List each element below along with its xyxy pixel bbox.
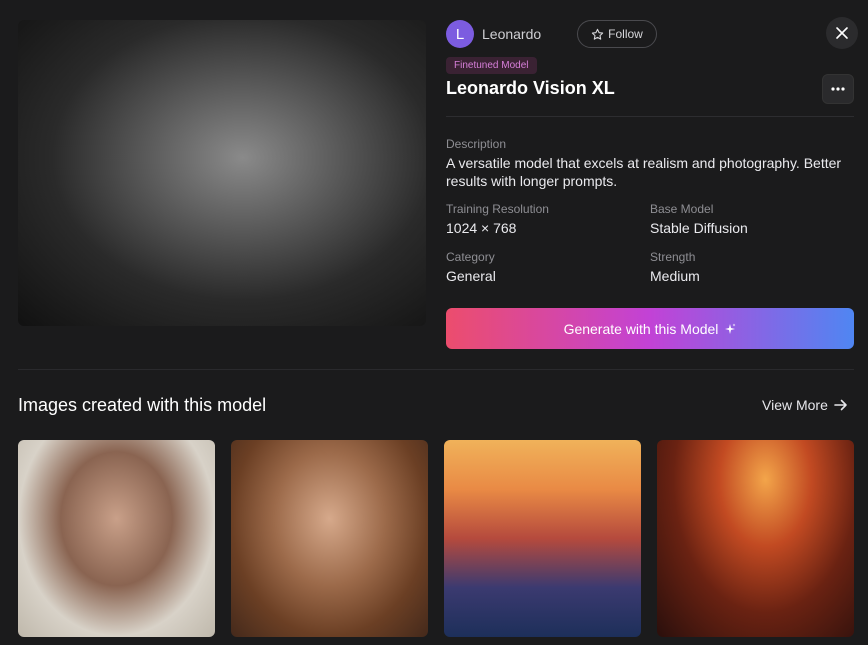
- strength-value: Medium: [650, 268, 700, 284]
- category-label: Category: [446, 250, 495, 264]
- close-button[interactable]: [826, 17, 858, 49]
- follow-label: Follow: [608, 27, 643, 41]
- strength-label: Strength: [650, 250, 696, 264]
- training-resolution-value: 1024 × 768: [446, 220, 517, 236]
- sparkle-icon: [725, 323, 736, 334]
- avatar: L: [446, 20, 474, 48]
- section-divider: [18, 369, 854, 370]
- model-title: Leonardo Vision XL: [446, 78, 615, 98]
- close-icon: [836, 27, 848, 39]
- author-name: Leonardo: [482, 26, 542, 42]
- gallery-image-3[interactable]: [444, 440, 641, 637]
- category-value: General: [446, 268, 496, 284]
- more-horizontal-icon: [831, 87, 845, 91]
- follow-button[interactable]: Follow: [577, 20, 657, 48]
- training-resolution-label: Training Resolution: [446, 202, 549, 216]
- author[interactable]: L Leonardo: [446, 20, 541, 48]
- generate-button[interactable]: Generate with this Model: [446, 308, 854, 349]
- arrow-right-icon: [834, 399, 847, 411]
- generate-label: Generate with this Model: [563, 320, 719, 337]
- gallery-image-4[interactable]: [657, 440, 854, 637]
- description-label: Description: [446, 137, 507, 151]
- star-icon: [591, 28, 604, 40]
- base-model-label: Base Model: [650, 202, 714, 216]
- more-options-button[interactable]: [822, 74, 854, 104]
- divider: [446, 116, 854, 117]
- model-hero-image: [18, 20, 426, 326]
- gallery-image-1[interactable]: [18, 440, 215, 637]
- description-text: A versatile model that excels at realism…: [446, 155, 842, 189]
- section-title: Images created with this model: [18, 395, 267, 415]
- finetuned-badge: Finetuned Model: [446, 57, 537, 74]
- view-more-link[interactable]: View More: [762, 396, 848, 414]
- base-model-value: Stable Diffusion: [650, 220, 748, 236]
- gallery-image-2[interactable]: [231, 440, 428, 637]
- view-more-label: View More: [762, 397, 828, 413]
